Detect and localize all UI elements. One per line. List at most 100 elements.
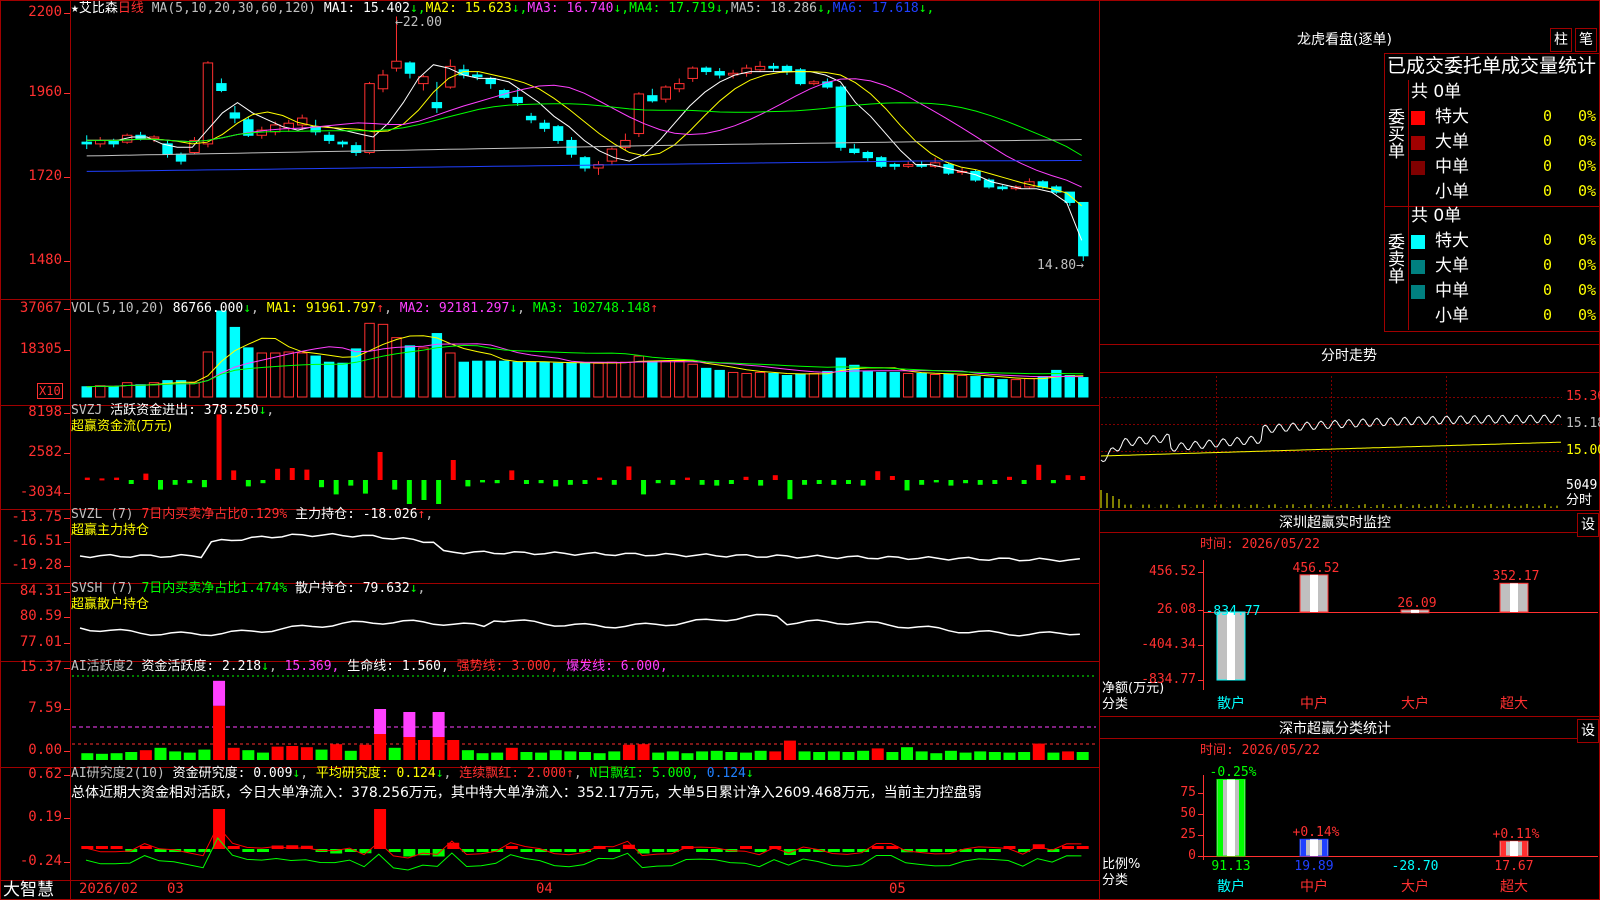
monitor-time: 时间: 2026/05/22	[1200, 537, 1320, 552]
fund-flow-bar	[699, 480, 705, 485]
svsh-subtitle: 超赢散户持仓	[71, 597, 150, 612]
order-row-pct: 0%	[1578, 256, 1597, 274]
ai1-bar-top	[374, 709, 387, 734]
fund-flow-bar	[933, 480, 939, 483]
candle-body	[229, 112, 241, 119]
candle-body	[552, 126, 564, 141]
candle-body	[108, 139, 119, 145]
svsh-label: 散户持仓:	[295, 581, 355, 596]
volume-bar	[1078, 377, 1089, 398]
monitor-tick: -834.77	[1141, 672, 1196, 687]
favorite-star-icon[interactable]: ★	[71, 1, 79, 16]
volume-group	[81, 310, 1089, 398]
class-title: 深市超赢分类统计	[1279, 721, 1391, 737]
fund-flow-bar	[187, 480, 193, 484]
ai1-bar	[520, 752, 533, 760]
volume-bar	[202, 351, 214, 398]
chart-canvas: ←22.00 14.80→	[0, 0, 1600, 900]
volume-bar	[741, 372, 752, 398]
ai2-bar	[988, 849, 1001, 852]
volume-bar	[983, 378, 995, 398]
fund-flow-bar	[523, 480, 529, 484]
y-tick-label: 84.31	[19, 583, 62, 599]
y-tick-label: -0.24	[19, 853, 62, 869]
ai1-bar	[827, 751, 840, 760]
fund-flow-bar	[1080, 476, 1086, 480]
order-row-pct: 0%	[1578, 107, 1597, 125]
fund-flow-bar	[406, 480, 412, 504]
ai1-bar	[505, 747, 518, 760]
ai2-bars	[81, 809, 1089, 857]
candle-body	[323, 134, 335, 141]
fund-flow-bar	[597, 477, 603, 480]
svzl-line	[79, 532, 1080, 563]
y-tick-label: 77.01	[19, 634, 62, 650]
volume-bar	[579, 362, 591, 398]
ai2-title: AI研究度2(10)	[71, 766, 165, 781]
order-swatch	[1411, 161, 1425, 175]
ai1-bar	[798, 751, 811, 760]
ai1-bar	[710, 750, 723, 760]
class-tick: 25	[1180, 827, 1196, 842]
ai1-bar	[403, 737, 416, 760]
ai1-bar	[593, 753, 606, 760]
order-row-pct: 0%	[1578, 306, 1597, 324]
class-cat-label: 散户	[1217, 879, 1245, 895]
ai1-bar	[813, 752, 826, 760]
ai2-bar	[1062, 846, 1075, 849]
ai1-bar	[286, 746, 299, 760]
fund-flow-bar	[860, 480, 866, 486]
volume-bar	[889, 371, 900, 398]
order-swatch	[1411, 136, 1425, 150]
volume-bar	[674, 360, 685, 398]
ai1-bar-top	[213, 680, 226, 706]
order-row-name: 大单	[1435, 132, 1469, 152]
vol-value: 86766.000	[172, 301, 244, 316]
intraday-price-line	[1100, 414, 1562, 463]
ai1-bar	[681, 753, 694, 760]
y-tick-label: 0.62	[28, 766, 62, 782]
x-label-mar: 03	[167, 881, 184, 897]
monitor-cat-name: 分类	[1102, 697, 1129, 712]
volume-bar	[862, 370, 874, 398]
period-label[interactable]: 日线	[118, 1, 144, 16]
fund-flow-bar	[465, 480, 471, 487]
order-swatch	[1411, 260, 1425, 274]
ai1-bar	[271, 746, 284, 760]
monitor-bar-highlight	[1310, 574, 1318, 612]
order-row-count: 0	[1543, 132, 1553, 150]
ai1-bar	[696, 751, 709, 760]
ai1-bar	[198, 749, 211, 760]
class-settings-button[interactable]: 设	[1577, 719, 1599, 743]
volume-bar	[822, 370, 833, 398]
volume-bar	[458, 361, 470, 398]
candle-body	[862, 152, 874, 159]
fund-flow-bar	[611, 480, 617, 485]
volume-bar	[445, 352, 456, 398]
ai2-bar	[95, 846, 108, 849]
volume-bar	[539, 361, 550, 398]
trade-view-button[interactable]: 笔	[1575, 28, 1597, 52]
svsh-line	[79, 613, 1080, 637]
candle-body	[445, 65, 456, 88]
fund-flow-bar	[260, 480, 266, 484]
candle-body	[94, 139, 106, 145]
svzl-label: 主力持仓:	[295, 507, 355, 522]
monitor-value-label: 26.09	[1397, 595, 1437, 611]
ai1-bar	[213, 705, 226, 760]
ai2-bar	[652, 849, 665, 852]
ma-arrow-2: ↓,	[511, 1, 528, 16]
x-label-may: 05	[889, 881, 906, 897]
bar-view-button[interactable]: 柱	[1550, 28, 1572, 52]
candle-body	[997, 186, 1008, 190]
monitor-value-label: -834.77	[1205, 604, 1261, 619]
fund-flow-bar	[84, 477, 90, 480]
intraday-title: 分时走势	[1321, 348, 1377, 364]
ma-value-4: MA4: 17.719	[629, 1, 716, 16]
fund-flow-bar	[641, 480, 647, 495]
ai1-title: AI活跃度2	[71, 659, 134, 674]
volume-bar	[1051, 369, 1062, 398]
ai1-bar	[783, 740, 796, 760]
monitor-settings-button[interactable]: 设	[1577, 513, 1599, 537]
ma-value-2: MA2: 15.623	[425, 1, 512, 16]
